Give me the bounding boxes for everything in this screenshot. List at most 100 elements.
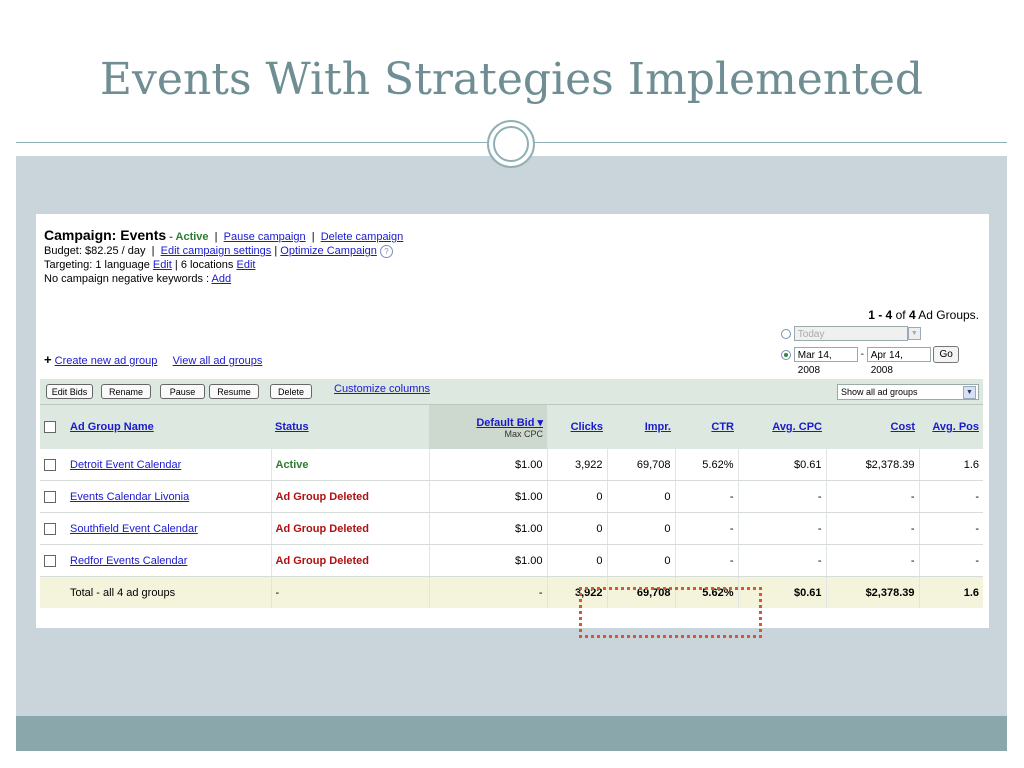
ad-group-link[interactable]: Events Calendar Livonia bbox=[70, 491, 189, 503]
locations-text: 6 locations bbox=[180, 259, 234, 271]
row-checkbox[interactable] bbox=[44, 554, 56, 567]
optimize-campaign-link[interactable]: Optimize Campaign bbox=[280, 245, 377, 257]
pager-suffix: Ad Groups. bbox=[918, 308, 979, 322]
ad-group-name-cell: Events Calendar Livonia bbox=[66, 480, 272, 513]
customize-columns-link[interactable]: Customize columns bbox=[334, 383, 430, 395]
pause-campaign-link[interactable]: Pause campaign bbox=[224, 231, 306, 243]
start-date-input[interactable]: Mar 14, 2008 bbox=[793, 347, 858, 376]
sort-avg-cpc-link[interactable]: Avg. CPC bbox=[772, 421, 822, 433]
table-header-row: Ad Group Name Status Default Bid ▾ Max C… bbox=[40, 405, 983, 449]
sort-cost-link[interactable]: Cost bbox=[891, 421, 915, 433]
select-all-cell bbox=[40, 405, 66, 449]
table-row: Events Calendar Livonia Ad Group Deleted… bbox=[40, 480, 983, 513]
sort-status-link[interactable]: Status bbox=[275, 421, 309, 433]
bid-cell: $1.00 bbox=[429, 512, 548, 545]
clicks-cell: 0 bbox=[547, 512, 608, 545]
end-date-input[interactable]: Apr 14, 2008 bbox=[866, 347, 931, 376]
go-button[interactable]: Go bbox=[933, 346, 959, 363]
pager-of: of bbox=[895, 308, 906, 322]
pager-total: 4 bbox=[908, 308, 916, 322]
resume-button[interactable]: Resume bbox=[209, 384, 259, 399]
ad-group-link[interactable]: Redfor Events Calendar bbox=[70, 555, 187, 567]
slide: Events With Strategies Implemented Campa… bbox=[16, 16, 1007, 751]
total-spacer-cell bbox=[40, 576, 66, 608]
chevron-down-icon[interactable]: ▼ bbox=[963, 386, 976, 399]
row-checkbox[interactable] bbox=[44, 490, 56, 503]
total-impr: 69,708 bbox=[607, 576, 676, 608]
custom-range-radio[interactable] bbox=[781, 349, 791, 360]
header-default-bid: Default Bid ▾ Max CPC bbox=[429, 405, 547, 449]
campaign-title: Campaign: Events bbox=[44, 227, 167, 243]
campaign-status: - Active bbox=[166, 231, 209, 243]
avg-cpc-cell: $0.61 bbox=[738, 449, 827, 481]
impr-cell: 69,708 bbox=[607, 449, 676, 481]
edit-campaign-settings-link[interactable]: Edit campaign settings bbox=[161, 245, 272, 257]
view-all-ad-groups-link[interactable]: View all ad groups bbox=[173, 355, 263, 367]
preset-radio[interactable] bbox=[781, 328, 791, 339]
sort-name-link[interactable]: Ad Group Name bbox=[70, 421, 154, 433]
sort-clicks-link[interactable]: Clicks bbox=[571, 421, 603, 433]
impr-cell: 0 bbox=[607, 480, 676, 513]
cost-cell: - bbox=[826, 480, 920, 513]
avg-cpc-cell: - bbox=[738, 480, 827, 513]
ctr-cell: - bbox=[675, 544, 739, 577]
toolbar: Edit Bids Rename Pause Resume Delete Cus… bbox=[40, 379, 983, 405]
pager-range: 1 - 4 bbox=[868, 308, 893, 322]
header-name: Ad Group Name bbox=[66, 405, 271, 449]
status-cell: Active bbox=[271, 449, 430, 481]
show-filter-select[interactable]: Show all ad groups ▼ bbox=[837, 384, 979, 400]
sort-default-bid-link[interactable]: Default Bid ▾ bbox=[476, 417, 543, 429]
avg-pos-cell: - bbox=[919, 544, 983, 577]
pause-button[interactable]: Pause bbox=[160, 384, 205, 399]
header-avg-cpc: Avg. CPC bbox=[738, 405, 826, 449]
ad-group-link[interactable]: Detroit Event Calendar bbox=[70, 459, 181, 471]
select-all-checkbox[interactable] bbox=[44, 421, 56, 434]
date-dash: - bbox=[860, 349, 864, 361]
status-cell: Ad Group Deleted bbox=[271, 512, 430, 545]
sort-avg-pos-link[interactable]: Avg. Pos bbox=[932, 421, 979, 433]
total-avg-cpc: $0.61 bbox=[738, 576, 827, 608]
header-ctr: CTR bbox=[675, 405, 738, 449]
header-clicks: Clicks bbox=[547, 405, 607, 449]
chevron-down-icon[interactable]: ▼ bbox=[907, 327, 921, 340]
sort-impr-link[interactable]: Impr. bbox=[645, 421, 671, 433]
header-impr: Impr. bbox=[607, 405, 675, 449]
table-row: Southfield Event Calendar Ad Group Delet… bbox=[40, 512, 983, 545]
edit-bids-button[interactable]: Edit Bids bbox=[46, 384, 93, 399]
row-checkbox-cell bbox=[40, 544, 66, 577]
date-range-selector: Today ▼ Mar 14, 2008 - Apr 14, 2008 Go bbox=[781, 326, 981, 376]
circle-ornament-icon bbox=[487, 120, 535, 168]
status-cell: Ad Group Deleted bbox=[271, 544, 430, 577]
ctr-cell: 5.62% bbox=[675, 449, 739, 481]
total-ctr: 5.62% bbox=[675, 576, 739, 608]
avg-cpc-cell: - bbox=[738, 544, 827, 577]
row-checkbox[interactable] bbox=[44, 458, 56, 471]
delete-button[interactable]: Delete bbox=[270, 384, 312, 399]
rename-button[interactable]: Rename bbox=[101, 384, 151, 399]
delete-campaign-link[interactable]: Delete campaign bbox=[321, 231, 404, 243]
bid-cell: $1.00 bbox=[429, 544, 548, 577]
row-checkbox-cell bbox=[40, 512, 66, 545]
impr-cell: 0 bbox=[607, 544, 676, 577]
budget-text: Budget: $82.25 / day bbox=[44, 245, 146, 257]
cost-cell: - bbox=[826, 544, 920, 577]
row-checkbox-cell bbox=[40, 449, 66, 481]
preset-select[interactable]: Today bbox=[793, 326, 908, 341]
ad-group-link[interactable]: Southfield Event Calendar bbox=[70, 523, 198, 535]
row-checkbox[interactable] bbox=[44, 522, 56, 535]
avg-pos-cell: 1.6 bbox=[919, 449, 983, 481]
table-total-row: Total - all 4 ad groups - - 3,922 69,708… bbox=[40, 576, 983, 608]
sort-ctr-link[interactable]: CTR bbox=[711, 421, 734, 433]
clicks-cell: 3,922 bbox=[547, 449, 608, 481]
adwords-screenshot: Campaign: Events - Active | Pause campai… bbox=[36, 214, 989, 638]
footer-bar bbox=[16, 716, 1007, 751]
ad-groups-table: Ad Group Name Status Default Bid ▾ Max C… bbox=[40, 405, 983, 608]
avg-cpc-cell: - bbox=[738, 512, 827, 545]
help-icon[interactable]: ? bbox=[379, 245, 393, 258]
create-ad-group-link[interactable]: Create new ad group bbox=[55, 355, 158, 367]
add-negative-keywords-link[interactable]: Add bbox=[212, 273, 232, 285]
edit-locations-link[interactable]: Edit bbox=[236, 259, 255, 271]
edit-language-link[interactable]: Edit bbox=[153, 259, 172, 271]
avg-pos-cell: - bbox=[919, 512, 983, 545]
pager: 1 - 4 of 4 Ad Groups. bbox=[868, 308, 979, 322]
